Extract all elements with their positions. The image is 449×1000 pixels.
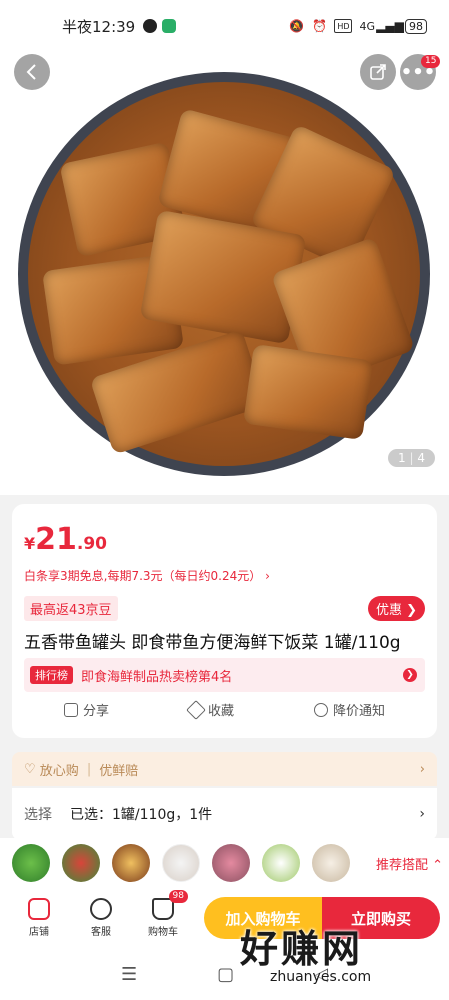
service-label: 客服 xyxy=(91,927,111,938)
watermark-logo: 好赚网 xyxy=(240,927,364,971)
fried-fish-dish xyxy=(28,82,420,466)
service-icon xyxy=(90,898,112,920)
menu-icon[interactable]: ☰ xyxy=(121,964,137,985)
share-icon xyxy=(63,702,78,717)
product-title: 五香带鱼罐头 即食带鱼方便海鲜下饭菜 1罐/110g xyxy=(24,633,401,653)
reco-thumb-scallion[interactable] xyxy=(262,844,300,882)
back-button[interactable] xyxy=(14,54,50,90)
signal-icon: ▂▄▆ xyxy=(376,19,404,33)
reco-thumb-meat[interactable] xyxy=(212,844,250,882)
guarantee-item: 优鲜赔 xyxy=(99,763,139,779)
status-bar: 半夜12:39 🔕 ⏰ HD 4G ▂▄▆ 98 xyxy=(0,0,449,52)
image-page-indicator: 1 | 4 xyxy=(388,449,435,467)
ranking-text: 即食海鲜制品热卖榜第4名 xyxy=(81,669,233,685)
guarantee-row[interactable]: ♡ 放心购 | 优鲜赔 › xyxy=(12,752,437,786)
chevron-right-icon: › xyxy=(419,761,425,777)
alarm-icon: ⏰ xyxy=(311,19,327,33)
service-tab[interactable]: 客服 xyxy=(70,898,132,938)
qq-icon xyxy=(143,19,158,33)
store-tab[interactable]: 店铺 xyxy=(8,898,70,938)
message-badge: 15 xyxy=(421,55,441,68)
watermark-url: zhuanyes.com xyxy=(270,969,372,985)
network-label: 4G xyxy=(359,19,375,33)
reco-thumb-produce[interactable] xyxy=(62,844,100,882)
reco-thumb-vegetable[interactable] xyxy=(12,844,50,882)
ranking-banner[interactable]: 排行榜 即食海鲜制品热卖榜第4名 ❯ xyxy=(24,658,425,692)
share-button[interactable]: 分享 xyxy=(63,700,109,719)
chevron-left-icon xyxy=(26,64,36,80)
reco-thumb-snack[interactable] xyxy=(112,844,150,882)
product-info-card: ¥21.90 白条享3期免息,每期7.3元（每日约0.24元） › 最高返43京… xyxy=(12,504,437,738)
store-icon xyxy=(28,898,50,920)
reco-thumb-box[interactable] xyxy=(162,844,200,882)
chevron-right-icon: ❯ xyxy=(403,668,417,682)
chevron-right-icon: › xyxy=(419,806,425,822)
price: ¥21.90 xyxy=(24,522,108,557)
cashback-badge: 最高返43京豆 xyxy=(24,596,118,621)
installment-info[interactable]: 白条享3期免息,每期7.3元（每日约0.24元） › xyxy=(24,567,270,584)
share-button-top[interactable] xyxy=(360,54,396,90)
ranking-tag: 排行榜 xyxy=(30,666,73,684)
favorite-button[interactable]: 收藏 xyxy=(186,699,234,720)
hd-icon: HD xyxy=(334,19,353,33)
spec-selector[interactable]: 选择 已选：1罐/110g，1件 › xyxy=(12,788,437,840)
mute-icon: 🔕 xyxy=(288,19,304,33)
cart-tab[interactable]: 购物车 98 xyxy=(132,890,194,938)
action-row: 分享 收藏 降价通知 xyxy=(24,699,425,720)
coupon-button[interactable]: 优惠 ❯ xyxy=(367,596,425,621)
select-value: 已选：1罐/110g，1件 xyxy=(70,807,213,823)
share-icon xyxy=(370,64,386,80)
guarantee-label: 放心购 xyxy=(39,763,79,779)
recommend-label[interactable]: 推荐搭配 ⌃ xyxy=(376,854,443,873)
reco-thumb-rice[interactable] xyxy=(312,844,350,882)
wechat-icon xyxy=(162,19,177,33)
star-icon xyxy=(186,699,206,720)
watermark: 好赚网 zhuanyes.com xyxy=(240,918,371,985)
store-label: 店铺 xyxy=(29,927,49,938)
status-time: 半夜12:39 xyxy=(62,17,136,36)
select-label: 选择 xyxy=(24,807,52,823)
cart-label: 购物车 xyxy=(148,927,178,938)
cart-badge: 98 xyxy=(168,890,188,903)
system-nav-bar: ☰ ▢ ◁ xyxy=(0,948,449,1000)
price-alert-icon xyxy=(313,702,328,717)
price-alert-button[interactable]: 降价通知 xyxy=(313,700,385,719)
battery-indicator: 98 xyxy=(405,18,427,34)
bottom-action-bar: 店铺 客服 购物车 98 加入购物车 立即购买 xyxy=(0,888,449,948)
home-icon[interactable]: ▢ xyxy=(217,964,234,985)
heart-icon: ♡ xyxy=(24,761,40,777)
recommend-strip: 推荐搭配 ⌃ xyxy=(0,838,449,888)
